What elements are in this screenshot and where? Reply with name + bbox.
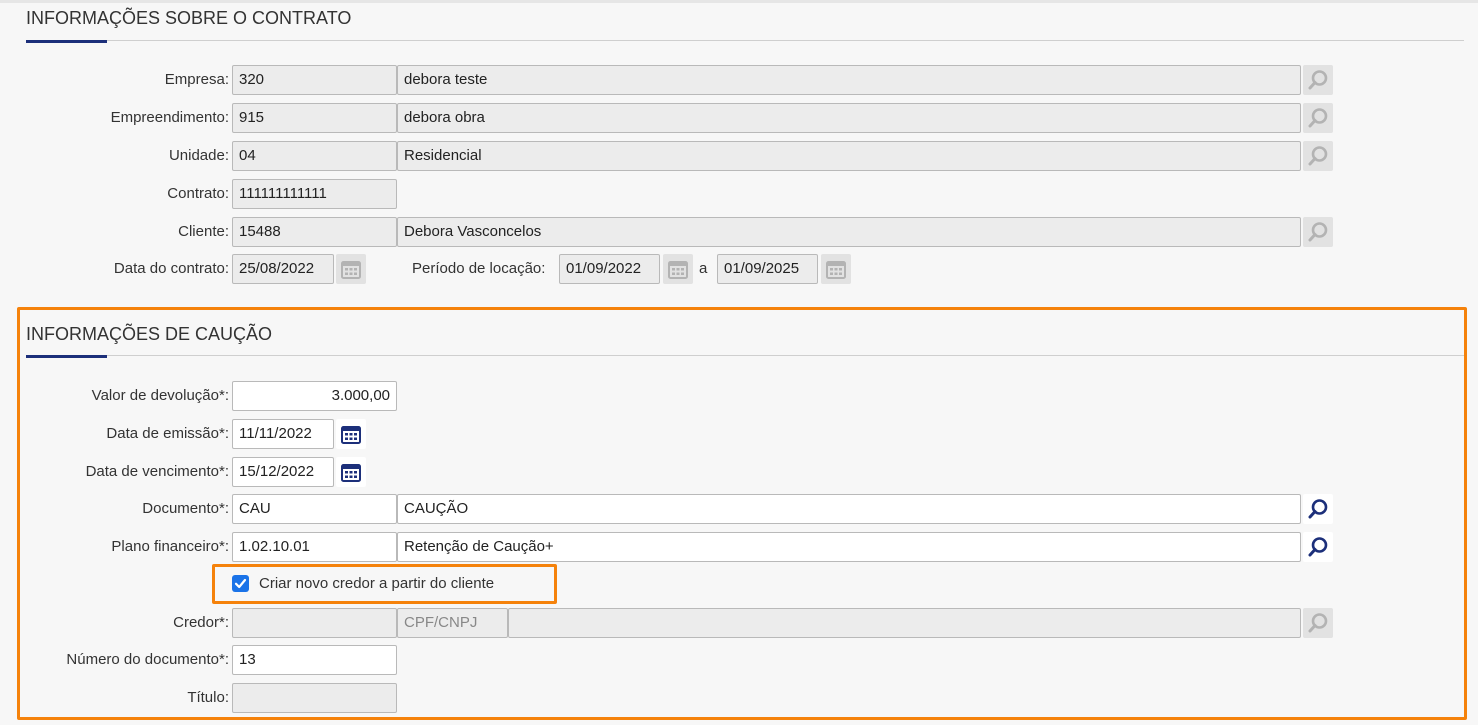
documento-code-input[interactable]: CAU [232,494,397,524]
titulo-field[interactable] [232,683,397,713]
search-icon [1308,146,1328,166]
data-vencimento-label: Data de vencimento*: [85,463,229,480]
unidade-search-button[interactable] [1303,141,1333,171]
numero-documento-input[interactable]: 13 [232,645,397,675]
numero-documento-label: Número do documento*: [66,651,229,668]
calendar-icon [341,426,361,444]
data-contrato-field[interactable]: 25/08/2022 [232,254,334,284]
plano-financeiro-label: Plano financeiro*: [111,538,229,555]
unidade-label: Unidade: [168,147,229,164]
search-icon [1308,499,1328,519]
credor-label: Credor*: [173,614,229,631]
search-icon [1308,222,1328,242]
check-icon [234,578,247,589]
data-contrato-label: Data do contrato: [113,260,229,277]
cliente-name-field[interactable]: Debora Vasconcelos [397,217,1301,247]
plano-financeiro-name-input[interactable]: Retenção de Caução+ [397,532,1301,562]
data-emissao-input[interactable]: 11/11/2022 [232,419,334,449]
empreendimento-search-button[interactable] [1303,103,1333,133]
documento-name-input[interactable]: CAUÇÃO [397,494,1301,524]
empreendimento-label: Empreendimento: [110,109,229,126]
titulo-label: Título: [187,689,229,706]
unidade-code-field[interactable]: 04 [232,141,397,171]
caucao-section-underline [26,355,107,358]
caucao-section-title: INFORMAÇÕES DE CAUÇÃO [26,324,273,344]
empresa-label: Empresa: [164,71,229,88]
calendar-icon [341,464,361,482]
contract-section-rule [26,40,1464,41]
empreendimento-code-field[interactable]: 915 [232,103,397,133]
calendar-icon [668,261,688,279]
data-vencimento-calendar-button[interactable] [336,457,366,487]
periodo-end-calendar-button[interactable] [821,254,851,284]
search-icon [1308,613,1328,633]
contract-section-title: INFORMAÇÕES SOBRE O CONTRATO [26,8,352,28]
documento-label: Documento*: [142,500,229,517]
plano-financeiro-search-button[interactable] [1303,532,1333,562]
data-vencimento-input[interactable]: 15/12/2022 [232,457,334,487]
contrato-label: Contrato: [167,185,229,202]
criar-credor-label: Criar novo credor a partir do cliente [259,575,495,592]
credor-code-field[interactable] [232,608,397,638]
periodo-separator: a [699,260,708,277]
cliente-label: Cliente: [178,223,229,240]
periodo-end-field[interactable]: 01/09/2025 [717,254,818,284]
criar-credor-checkbox-row[interactable]: Criar novo credor a partir do cliente [232,575,494,592]
empresa-search-button[interactable] [1303,65,1333,95]
data-contrato-calendar-button[interactable] [336,254,366,284]
search-icon [1308,70,1328,90]
top-bar [0,0,1478,3]
cliente-code-field[interactable]: 15488 [232,217,397,247]
plano-financeiro-code-input[interactable]: 1.02.10.01 [232,532,397,562]
empresa-code-field[interactable]: 320 [232,65,397,95]
valor-devolucao-label: Valor de devolução*: [91,387,229,404]
credor-name-field[interactable] [508,608,1301,638]
contrato-field[interactable]: 111111111111 [232,179,397,209]
data-emissao-label: Data de emissão*: [106,425,229,442]
search-icon [1308,108,1328,128]
credor-cpf-field[interactable]: CPF/CNPJ [397,608,508,638]
contract-section-underline [26,40,107,43]
caucao-section-rule [26,355,1464,356]
periodo-start-calendar-button[interactable] [663,254,693,284]
criar-credor-checkbox[interactable] [232,575,249,592]
credor-search-button[interactable] [1303,608,1333,638]
calendar-icon [826,261,846,279]
periodo-start-field[interactable]: 01/09/2022 [559,254,660,284]
search-icon [1308,537,1328,557]
data-emissao-calendar-button[interactable] [336,419,366,449]
unidade-name-field[interactable]: Residencial [397,141,1301,171]
empreendimento-name-field[interactable]: debora obra [397,103,1301,133]
valor-devolucao-input[interactable]: 3.000,00 [232,381,397,411]
periodo-label: Período de locação: [412,260,546,277]
documento-search-button[interactable] [1303,494,1333,524]
cliente-search-button[interactable] [1303,217,1333,247]
empresa-name-field[interactable]: debora teste [397,65,1301,95]
calendar-icon [341,261,361,279]
